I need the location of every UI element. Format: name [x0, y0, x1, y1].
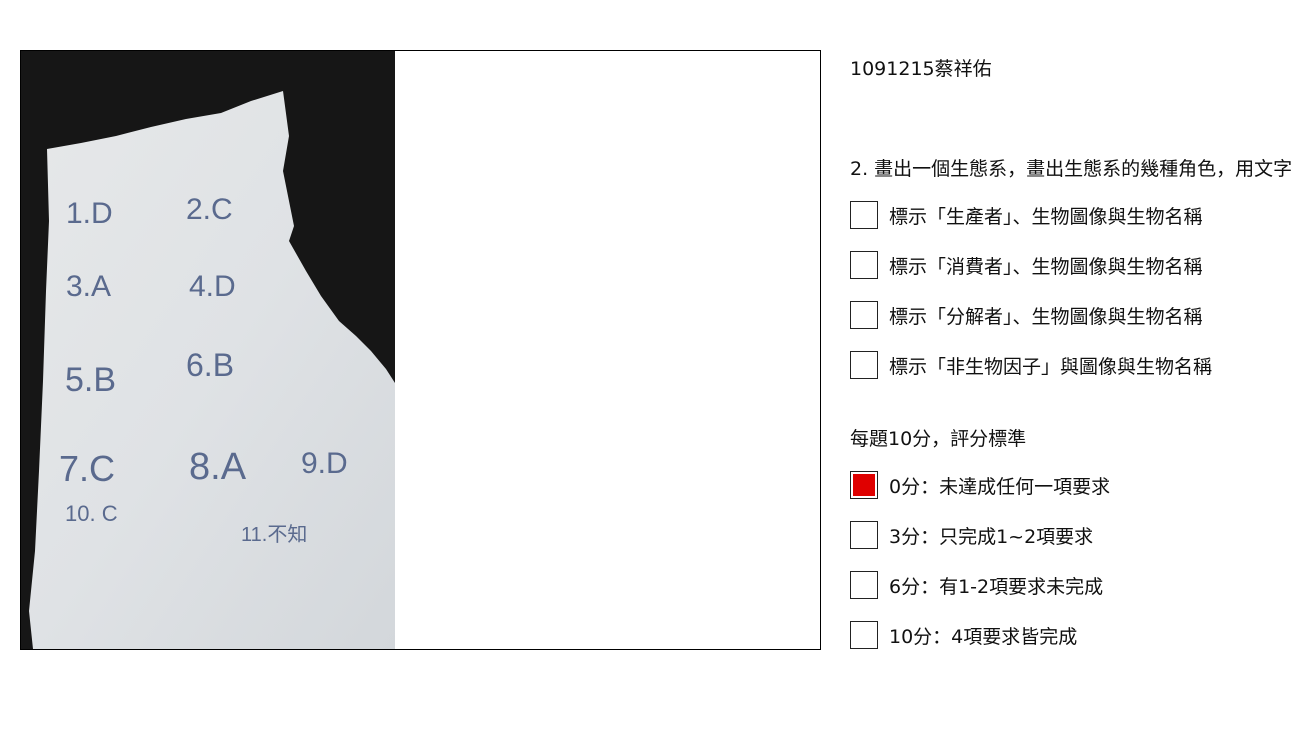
score-checkbox[interactable] [850, 621, 878, 649]
criterion-checkbox[interactable] [850, 301, 878, 329]
score-option-row[interactable]: 10分：4項要求皆完成 [850, 620, 1077, 650]
criterion-label: 標示「非生物因子」與圖像與生物名稱 [889, 355, 1213, 378]
photo-blank-area [395, 51, 820, 649]
criterion-label: 標示「生產者」、生物圖像與生物名稱 [889, 205, 1203, 228]
score-option-label: 6分：有1-2項要求未完成 [889, 575, 1104, 598]
criterion-label: 標示「分解者」、生物圖像與生物名稱 [889, 305, 1203, 328]
score-option-label: 0分：未達成任何一項要求 [889, 475, 1111, 498]
answer-text: 4.D [189, 270, 236, 303]
score-option-row[interactable]: 6分：有1-2項要求未完成 [850, 570, 1103, 600]
answer-text: 10. C [65, 501, 118, 526]
student-label: 1091215蔡祥佑 [850, 58, 992, 80]
answer-text: 1.D [66, 197, 113, 230]
answer-photo-image: 1.D 2.C 3.A 4.D 5.B 6.B 7.C 8.A 9.D 10. … [21, 51, 820, 649]
answer-text: 5.B [65, 361, 116, 399]
criterion-row[interactable]: 標示「消費者」、生物圖像與生物名稱 [850, 250, 1203, 280]
criterion-checkbox[interactable] [850, 351, 878, 379]
score-checkbox[interactable] [850, 521, 878, 549]
answer-text: 2.C [186, 193, 233, 226]
answer-text: 11.不知 [241, 523, 307, 546]
answer-text: 8.A [189, 446, 247, 488]
answer-photo: 1.D 2.C 3.A 4.D 5.B 6.B 7.C 8.A 9.D 10. … [20, 50, 821, 650]
score-option-label: 10分：4項要求皆完成 [889, 625, 1078, 648]
answer-text: 3.A [66, 270, 111, 303]
answer-text: 7.C [59, 448, 115, 489]
score-option-row[interactable]: 3分：只完成1~2項要求 [850, 520, 1093, 550]
score-checkbox[interactable] [850, 471, 878, 499]
question-text: 2. 畫出一個生態系，畫出生態系的幾種角色，用文字 [850, 158, 1293, 180]
grading-panel: 1091215蔡祥佑 2. 畫出一個生態系，畫出生態系的幾種角色，用文字 標示「… [850, 50, 1300, 670]
criterion-label: 標示「消費者」、生物圖像與生物名稱 [889, 255, 1203, 278]
criterion-checkbox[interactable] [850, 251, 878, 279]
criterion-row[interactable]: 標示「非生物因子」與圖像與生物名稱 [850, 350, 1212, 380]
criterion-row[interactable]: 標示「生產者」、生物圖像與生物名稱 [850, 200, 1203, 230]
criterion-checkbox[interactable] [850, 201, 878, 229]
score-checkbox[interactable] [850, 571, 878, 599]
scoring-title: 每題10分，評分標準 [850, 428, 1027, 450]
score-option-row[interactable]: 0分：未達成任何一項要求 [850, 470, 1110, 500]
answer-text: 9.D [301, 447, 348, 480]
criterion-row[interactable]: 標示「分解者」、生物圖像與生物名稱 [850, 300, 1203, 330]
answer-text: 6.B [186, 347, 234, 383]
score-option-label: 3分：只完成1~2項要求 [889, 525, 1094, 548]
